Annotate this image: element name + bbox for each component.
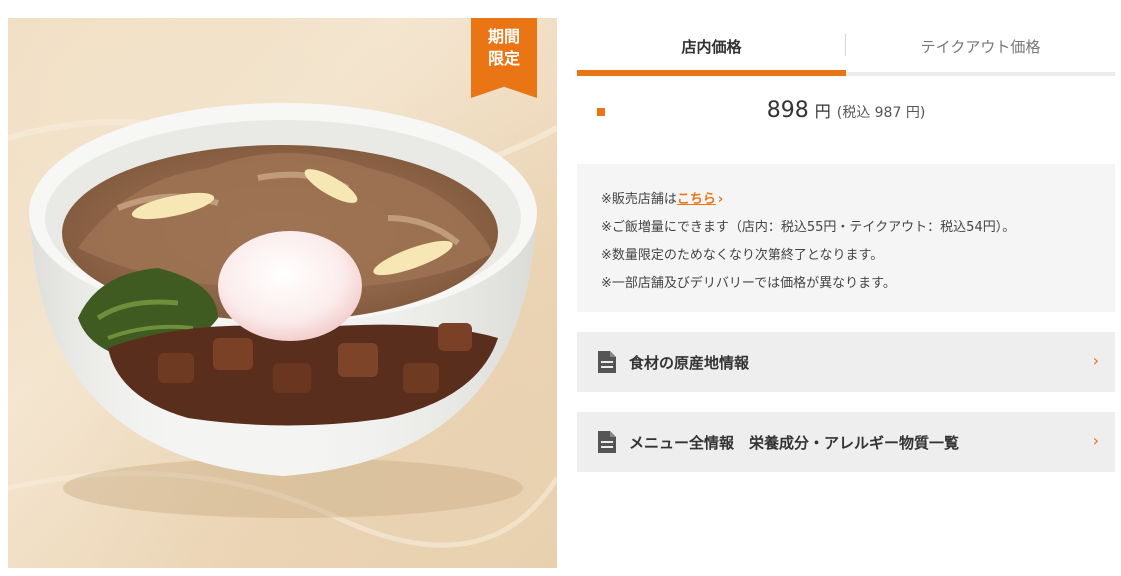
full-menu-info-link[interactable]: メニュー全情報 栄養成分・アレルギー物質一覧 ›	[577, 412, 1115, 472]
price-row: 898 円 (税込 987 円)	[577, 90, 1115, 134]
chevron-right-icon: ›	[717, 192, 724, 207]
price: 898 円 (税込 987 円)	[577, 98, 1115, 123]
badge-line-2: 限定	[487, 49, 520, 68]
price-amount: 898	[766, 98, 809, 123]
note-rice: ※ご飯増量にできます（店内：税込55円・テイクアウト：税込54円）。	[601, 220, 1016, 235]
chevron-right-icon: ›	[1092, 351, 1099, 370]
tab-inactive-indicator	[846, 72, 1115, 76]
origin-info-label: 食材の原産地情報	[629, 353, 750, 372]
tab-active-indicator	[577, 70, 846, 76]
document-icon	[597, 430, 617, 454]
note-store-prefix: ※販売店舗は	[601, 192, 677, 207]
origin-info-link[interactable]: 食材の原産地情報 ›	[577, 332, 1115, 392]
chevron-right-icon: ›	[1092, 431, 1099, 450]
tab-dine-in[interactable]: 店内価格	[577, 18, 846, 74]
badge-line-1: 期間	[487, 27, 520, 46]
note-store: ※販売店舗はこちら ›	[601, 186, 1115, 214]
product-image	[8, 18, 557, 568]
document-icon	[597, 350, 617, 374]
tab-takeout[interactable]: テイクアウト価格	[846, 18, 1115, 74]
price-unit: 円	[814, 102, 831, 121]
limited-time-badge: 期間 限定	[471, 18, 537, 98]
gyudon-bowl-illustration	[8, 103, 557, 548]
note-price-varies: ※一部店舗及びデリバリーでは価格が異なります。	[601, 276, 896, 291]
note-limited: ※数量限定のためなくなり次第終了となります。	[601, 248, 884, 263]
price-tabs: 店内価格 テイクアウト価格	[577, 18, 1115, 78]
store-list-link[interactable]: こちら	[677, 192, 716, 207]
notes-box: ※販売店舗はこちら › ※ご飯増量にできます（店内：税込55円・テイクアウト：税込…	[577, 164, 1115, 312]
price-tax-included: (税込 987 円)	[836, 105, 926, 121]
full-menu-info-label: メニュー全情報 栄養成分・アレルギー物質一覧	[629, 433, 960, 452]
